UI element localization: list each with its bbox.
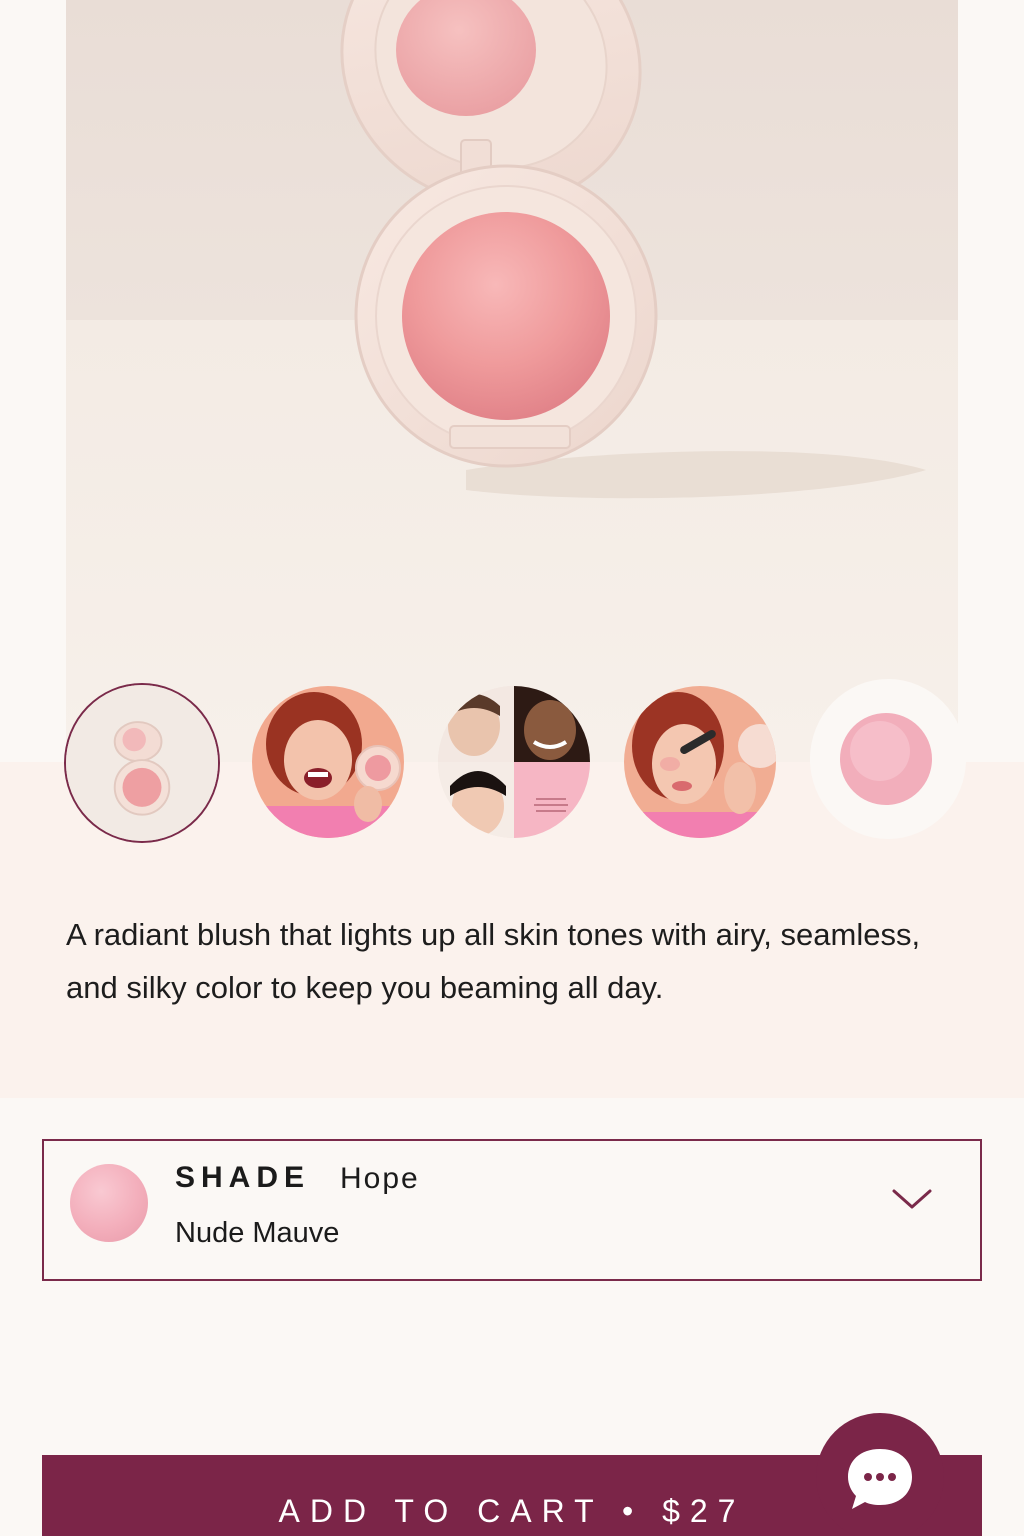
thumbnail-model-collage[interactable] xyxy=(438,686,590,838)
compact-illustration xyxy=(340,0,926,499)
hero-product-image[interactable] xyxy=(66,0,958,762)
gallery-thumbnails xyxy=(64,679,974,843)
chat-button[interactable] xyxy=(816,1413,944,1536)
model-smiling-image xyxy=(252,686,404,838)
shade-name: Hope xyxy=(340,1162,420,1195)
thumbnail-model-applying[interactable] xyxy=(624,686,776,838)
product-page: A radiant blush that lights up all skin … xyxy=(0,0,1024,1536)
product-description: A radiant blush that lights up all skin … xyxy=(66,917,921,1005)
shade-label: SHADE xyxy=(175,1161,311,1194)
thumbnail-compact-product[interactable] xyxy=(64,683,220,843)
compact-thumbnail-image xyxy=(66,685,218,841)
chevron-down-icon[interactable] xyxy=(890,1185,934,1213)
thumbnail-shade-swatch[interactable] xyxy=(810,679,966,839)
thumbnail-model-smiling[interactable] xyxy=(252,686,404,838)
model-applying-image xyxy=(624,686,776,838)
shade-description: Nude Mauve xyxy=(175,1217,340,1249)
chat-bubble-icon xyxy=(848,1449,912,1509)
model-collage-image xyxy=(438,686,590,838)
shade-selector[interactable]: SHADE Hope Nude Mauve xyxy=(42,1139,982,1281)
shade-swatch xyxy=(70,1164,148,1242)
shade-swatch-thumbnail-image xyxy=(810,681,966,837)
